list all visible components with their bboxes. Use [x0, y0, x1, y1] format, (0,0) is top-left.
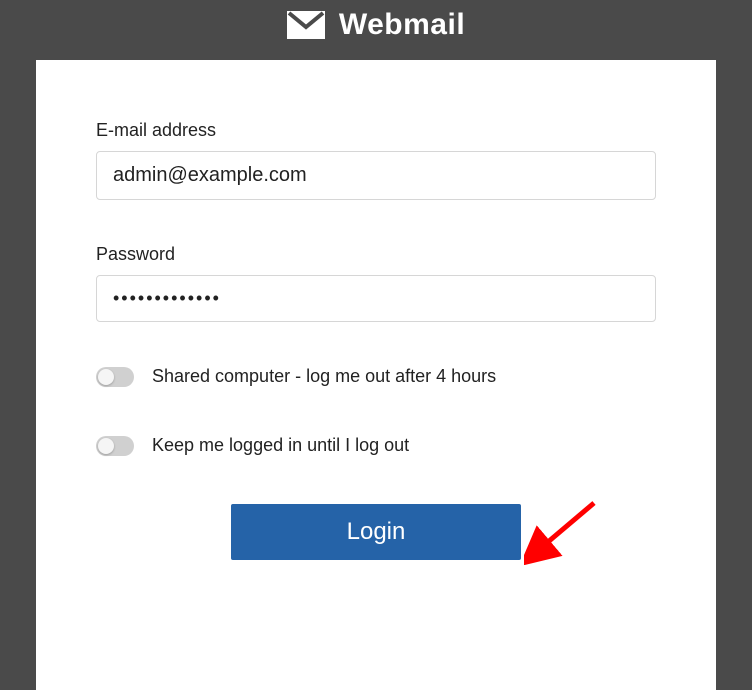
email-input[interactable] — [96, 151, 656, 200]
shared-computer-label: Shared computer - log me out after 4 hou… — [152, 366, 496, 387]
app-header: Webmail — [0, 0, 752, 60]
password-input[interactable] — [96, 275, 656, 322]
login-button[interactable]: Login — [231, 504, 521, 560]
shared-computer-row: Shared computer - log me out after 4 hou… — [96, 366, 656, 387]
keep-logged-in-toggle[interactable] — [96, 436, 134, 456]
email-group: E-mail address — [96, 120, 656, 200]
login-card: E-mail address Password Shared computer … — [36, 60, 716, 690]
keep-logged-in-label: Keep me logged in until I log out — [152, 435, 409, 456]
arrow-annotation-icon — [524, 495, 604, 565]
shared-computer-toggle[interactable] — [96, 367, 134, 387]
keep-logged-in-row: Keep me logged in until I log out — [96, 435, 656, 456]
email-label: E-mail address — [96, 120, 656, 141]
mail-icon — [287, 11, 325, 39]
password-group: Password — [96, 244, 656, 322]
app-title: Webmail — [339, 8, 465, 42]
login-options: Shared computer - log me out after 4 hou… — [96, 366, 656, 456]
password-label: Password — [96, 244, 656, 265]
